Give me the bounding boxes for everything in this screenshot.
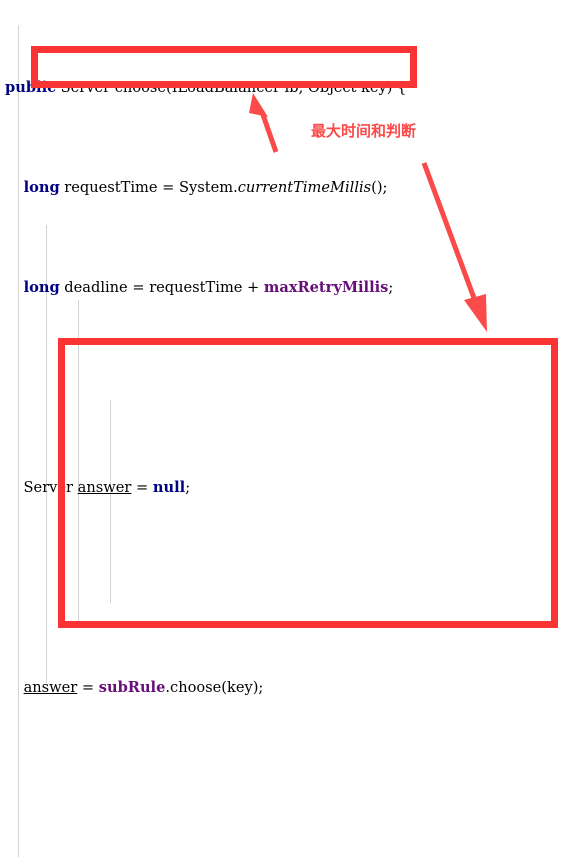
annotation-label-max-time-and-check: 最大时间和判断	[311, 122, 417, 140]
code-screenshot: public Server choose(ILoadBalancer lb, O…	[0, 0, 585, 868]
code-line: answer = subRule.choose(key);	[23, 679, 264, 696]
code-line: public Server choose(ILoadBalancer lb, O…	[5, 79, 407, 96]
code-line: Server answer = null;	[5, 479, 191, 496]
code-editor-content[interactable]: public Server choose(ILoadBalancer lb, O…	[0, 0, 585, 868]
code-line: long requestTime = System.currentTimeMil…	[23, 179, 388, 196]
code-line: long deadline = requestTime + maxRetryMi…	[23, 279, 394, 296]
